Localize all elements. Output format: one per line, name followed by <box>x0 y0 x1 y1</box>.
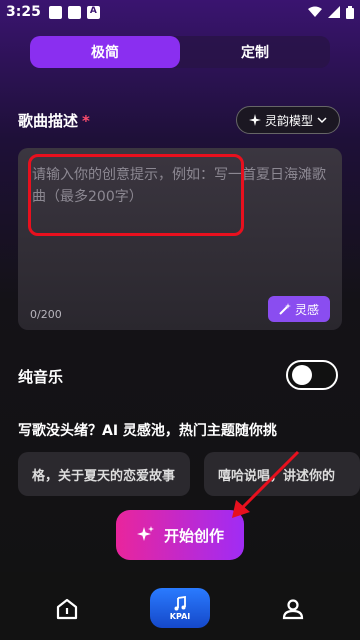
notification-icon <box>67 5 81 19</box>
bottom-nav: KPAI <box>0 572 360 640</box>
prompt-input[interactable]: 请输入你的创意提示，例如：写一首夏日海滩歌曲（最多200字） 0/200 灵感 <box>18 148 342 330</box>
start-create-label: 开始创作 <box>163 526 224 545</box>
model-select-button[interactable]: 灵韵模型 <box>236 106 340 134</box>
inspiration-title: 写歌没头绪？AI 灵感池，热门主题随你挑 <box>18 423 277 439</box>
model-select-label: 灵韵模型 <box>264 113 313 128</box>
song-description-label: 歌曲描述 <box>18 112 79 130</box>
inspiration-chip[interactable]: 嘻哈说唱，讲述你的 <box>204 452 360 496</box>
notification-icon <box>48 5 62 19</box>
inspiration-chip[interactable]: 格，关于夏天的恋爱故事 <box>18 452 190 496</box>
signal-icon <box>328 6 340 18</box>
toggle-knob <box>292 365 312 385</box>
mode-tabs: 极简 定制 <box>30 36 330 68</box>
nav-profile[interactable] <box>278 594 308 624</box>
system-icons <box>308 5 354 19</box>
pure-music-toggle[interactable] <box>286 360 338 390</box>
nav-kpai-label: KPAI <box>169 611 191 621</box>
battery-icon <box>346 5 354 19</box>
sparkle-icon <box>136 526 154 541</box>
pure-music-label: 纯音乐 <box>18 368 64 386</box>
status-bar: 3:25 <box>0 0 360 24</box>
highlight-annotation <box>28 154 244 236</box>
notification-icons <box>48 5 100 19</box>
char-count: 0/200 <box>30 308 62 321</box>
magic-wand-icon <box>279 303 291 315</box>
status-time: 3:25 <box>6 4 41 20</box>
app-notification-icon <box>86 5 100 19</box>
nav-kpai[interactable]: KPAI <box>150 588 210 628</box>
inspire-label: 灵感 <box>294 302 319 317</box>
start-create-button[interactable]: 开始创作 <box>116 510 244 560</box>
home-icon <box>56 598 78 620</box>
user-icon <box>282 599 304 620</box>
nav-home[interactable] <box>52 594 82 624</box>
wifi-icon <box>308 6 322 17</box>
tab-custom[interactable]: 定制 <box>180 36 330 68</box>
required-mark: * <box>82 112 90 130</box>
sparkle-icon <box>248 114 261 126</box>
song-description-title: 歌曲描述 * <box>18 110 90 131</box>
tab-simple[interactable]: 极简 <box>30 36 180 68</box>
chevron-down-icon <box>317 117 327 124</box>
music-note-icon <box>174 595 186 610</box>
inspire-button[interactable]: 灵感 <box>268 296 330 322</box>
